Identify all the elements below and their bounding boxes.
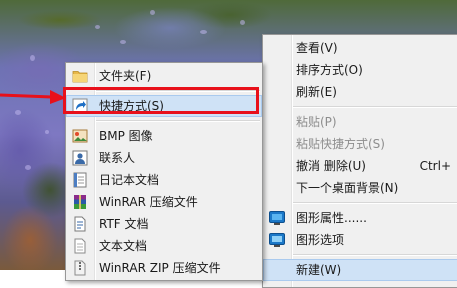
menu-separator bbox=[293, 254, 457, 256]
menu-item-label: 图形属性...... bbox=[296, 211, 367, 225]
menu-item-label: 查看(V) bbox=[296, 41, 338, 55]
submenu-item-winrar-zip[interactable]: WinRAR ZIP 压缩文件 bbox=[66, 257, 262, 279]
menu-item-label: 联系人 bbox=[99, 151, 136, 165]
menu-item-view[interactable]: 查看(V) bbox=[263, 37, 457, 59]
rtf-document-icon bbox=[72, 216, 88, 232]
graphics-properties-icon bbox=[269, 210, 285, 226]
winrar-archive-icon bbox=[72, 194, 88, 210]
red-highlight-box bbox=[63, 87, 259, 114]
submenu-item-contact[interactable]: 联系人 bbox=[66, 147, 262, 169]
menu-separator bbox=[96, 120, 260, 122]
menu-item-label: 图形选项 bbox=[296, 233, 345, 247]
menu-item-graphics-properties[interactable]: 图形属性...... bbox=[263, 207, 457, 229]
menu-item-label: 文件夹(F) bbox=[99, 69, 152, 83]
menu-item-label: 日记本文档 bbox=[99, 173, 160, 187]
folder-icon bbox=[72, 68, 88, 84]
menu-item-label: BMP 图像 bbox=[99, 129, 153, 143]
submenu-item-rtf-document[interactable]: RTF 文档 bbox=[66, 213, 262, 235]
menu-item-paste-shortcut[interactable]: 粘贴快捷方式(S) bbox=[263, 133, 457, 155]
menu-item-label: 文本文档 bbox=[99, 239, 148, 253]
menu-separator bbox=[293, 202, 457, 204]
submenu-item-bmp-image[interactable]: BMP 图像 bbox=[66, 125, 262, 147]
menu-item-label: 排序方式(O) bbox=[296, 63, 363, 77]
menu-item-label: 粘贴快捷方式(S) bbox=[296, 137, 385, 151]
contact-icon bbox=[72, 150, 88, 166]
menu-separator bbox=[293, 106, 457, 108]
menu-item-refresh[interactable]: 刷新(E) bbox=[263, 81, 457, 103]
desktop-context-menu: 查看(V) 排序方式(O) 刷新(E) 粘贴(P) 粘贴快捷方式(S) 撤消 删… bbox=[262, 34, 457, 288]
journal-document-icon bbox=[72, 172, 88, 188]
menu-item-label: 粘贴(P) bbox=[296, 115, 337, 129]
submenu-item-folder[interactable]: 文件夹(F) bbox=[66, 65, 262, 87]
text-document-icon bbox=[72, 238, 88, 254]
red-pointer-arrow bbox=[0, 90, 66, 104]
menu-item-label: WinRAR 压缩文件 bbox=[99, 195, 198, 209]
submenu-item-journal-document[interactable]: 日记本文档 bbox=[66, 169, 262, 191]
menu-item-paste[interactable]: 粘贴(P) bbox=[263, 111, 457, 133]
submenu-item-text-document[interactable]: 文本文档 bbox=[66, 235, 262, 257]
menu-item-label: 下一个桌面背景(N) bbox=[296, 181, 399, 195]
winrar-zip-icon bbox=[72, 260, 88, 276]
submenu-item-winrar-archive[interactable]: WinRAR 压缩文件 bbox=[66, 191, 262, 213]
menu-item-label: RTF 文档 bbox=[99, 217, 149, 231]
menu-item-sort-by[interactable]: 排序方式(O) bbox=[263, 59, 457, 81]
menu-item-shortcut: Ctrl+ bbox=[419, 159, 451, 173]
menu-item-next-desktop-background[interactable]: 下一个桌面背景(N) bbox=[263, 177, 457, 199]
menu-item-label: 撤消 删除(U) bbox=[296, 159, 366, 173]
menu-item-label: 刷新(E) bbox=[296, 85, 337, 99]
menu-item-label: 新建(W) bbox=[296, 263, 342, 277]
graphics-options-icon bbox=[269, 232, 285, 248]
menu-item-graphics-options[interactable]: 图形选项 bbox=[263, 229, 457, 251]
bmp-image-icon bbox=[72, 128, 88, 144]
menu-item-label: WinRAR ZIP 压缩文件 bbox=[99, 261, 221, 275]
menu-item-new[interactable]: 新建(W) bbox=[263, 259, 457, 281]
menu-item-undo-delete[interactable]: 撤消 删除(U) Ctrl+ bbox=[263, 155, 457, 177]
